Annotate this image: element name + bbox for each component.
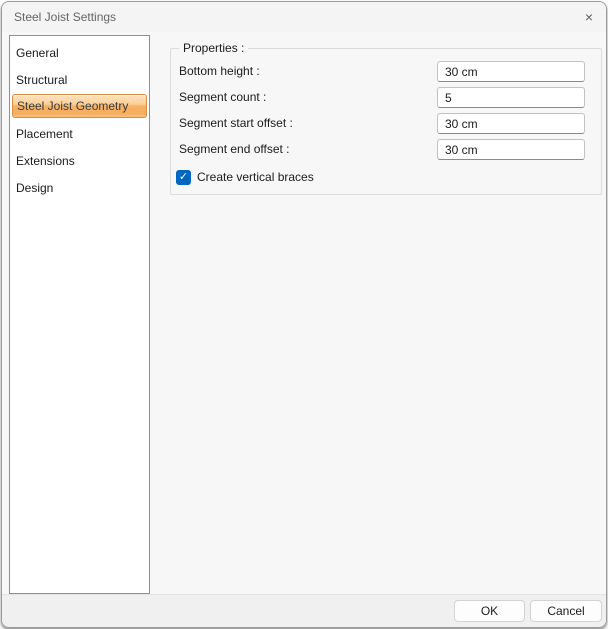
sidebar-item-design[interactable]: Design xyxy=(10,174,149,201)
segment-start-offset-input[interactable] xyxy=(437,113,585,134)
create-vertical-braces-checkbox[interactable]: ✓ Create vertical braces xyxy=(176,169,314,185)
cancel-button[interactable]: Cancel xyxy=(530,600,602,622)
property-row: Segment end offset : xyxy=(171,139,601,160)
sidebar-item-structural[interactable]: Structural xyxy=(10,66,149,93)
sidebar-item-label: Placement xyxy=(16,126,73,141)
bottom-height-label: Bottom height : xyxy=(179,64,260,78)
property-row: Bottom height : xyxy=(171,61,601,82)
checkbox-checked-icon[interactable]: ✓ xyxy=(176,169,191,185)
sidebar-item-label: Design xyxy=(16,180,54,195)
segment-end-offset-input[interactable] xyxy=(437,139,585,160)
sidebar-item-label: Extensions xyxy=(16,153,75,168)
properties-group-label: Properties : xyxy=(179,41,249,55)
segment-count-label: Segment count : xyxy=(179,90,267,104)
segment-end-offset-label: Segment end offset : xyxy=(179,142,290,156)
sidebar-item-extensions[interactable]: Extensions xyxy=(10,147,149,174)
sidebar-item-label: Steel Joist Geometry xyxy=(17,99,129,113)
properties-group: Properties : Bottom height : Segment cou… xyxy=(170,41,602,195)
sidebar-item-label: Structural xyxy=(16,72,68,87)
create-vertical-braces-label: Create vertical braces xyxy=(197,169,314,184)
segment-start-offset-label: Segment start offset : xyxy=(179,116,293,130)
category-list: General Structural Steel Joist Geometry … xyxy=(9,35,150,594)
sidebar-item-placement[interactable]: Placement xyxy=(10,120,149,147)
close-icon[interactable]: × xyxy=(576,5,602,29)
property-row: Segment count : xyxy=(171,87,601,108)
sidebar-item-steel-joist-geometry[interactable]: Steel Joist Geometry xyxy=(12,94,147,118)
segment-count-input[interactable] xyxy=(437,87,585,108)
window-title: Steel Joist Settings xyxy=(14,10,117,24)
sidebar-item-general[interactable]: General xyxy=(10,39,149,66)
titlebar: Steel Joist Settings × xyxy=(2,2,606,32)
ok-button[interactable]: OK xyxy=(454,600,525,622)
steel-joist-settings-dialog: Steel Joist Settings × General Structura… xyxy=(1,1,607,628)
bottom-height-input[interactable] xyxy=(437,61,585,82)
property-row: Segment start offset : xyxy=(171,113,601,134)
sidebar-item-label: General xyxy=(16,45,59,60)
footer-bar: OK Cancel xyxy=(2,594,606,627)
